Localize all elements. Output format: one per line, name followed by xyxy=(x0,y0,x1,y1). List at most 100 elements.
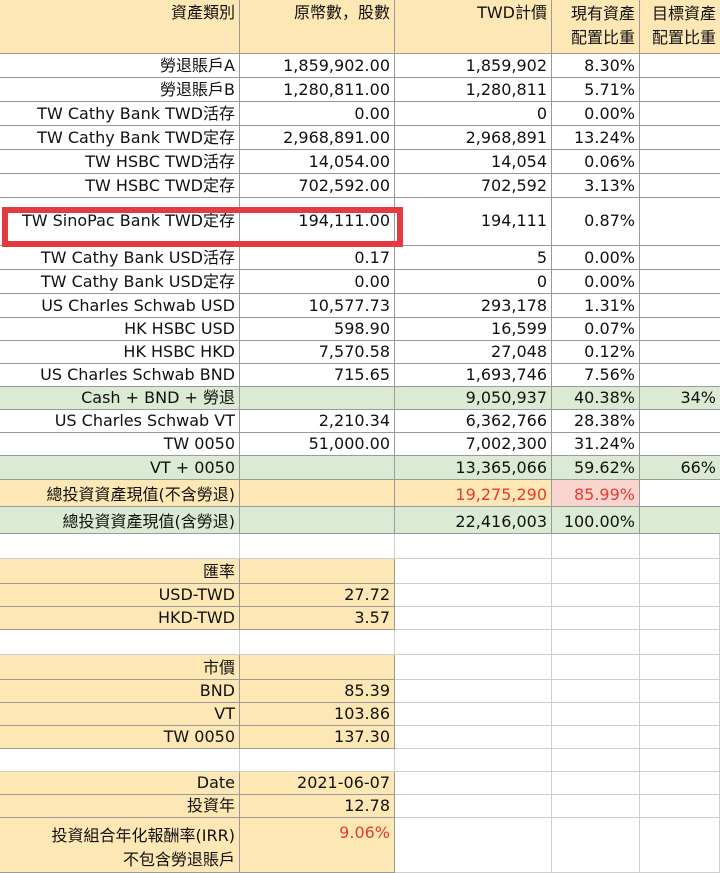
target-cell[interactable] xyxy=(640,102,720,126)
empty-cell[interactable] xyxy=(552,559,640,584)
empty-cell[interactable] xyxy=(0,749,240,772)
empty-cell[interactable] xyxy=(640,630,720,655)
target-cell[interactable] xyxy=(640,198,720,246)
total-pct[interactable]: 100.00% xyxy=(552,507,640,534)
asset-name-cell[interactable]: 勞退賬戶A xyxy=(0,54,240,78)
price-title-value[interactable] xyxy=(240,655,395,680)
target-cell[interactable] xyxy=(640,246,720,270)
target-cell[interactable] xyxy=(640,54,720,78)
empty-cell[interactable] xyxy=(240,534,395,559)
twd-value-cell[interactable]: 16,599 xyxy=(395,318,552,341)
twd-value-cell[interactable]: 702,592 xyxy=(395,174,552,198)
target-cell[interactable] xyxy=(640,174,720,198)
asset-name-cell[interactable]: TW HSBC TWD活存 xyxy=(0,150,240,174)
subtotal-label[interactable]: Cash + BND + 勞退 xyxy=(0,387,240,410)
orig-amount-cell[interactable]: 1,859,902.00 xyxy=(240,54,395,78)
allocation-cell[interactable]: 0.87% xyxy=(552,198,640,246)
header-target-allocation[interactable]: 目標資產 配置比重 xyxy=(640,0,720,54)
empty-cell[interactable] xyxy=(640,655,720,680)
empty-cell[interactable] xyxy=(395,703,552,726)
price-label[interactable]: TW 0050 xyxy=(0,726,240,749)
target-cell[interactable] xyxy=(640,364,720,387)
empty-cell[interactable] xyxy=(552,795,640,818)
empty-cell[interactable] xyxy=(552,584,640,607)
header-asset-class[interactable]: 資產類別 xyxy=(0,0,240,54)
allocation-cell[interactable]: 0.00% xyxy=(552,270,640,294)
twd-value-cell[interactable]: 0 xyxy=(395,270,552,294)
empty-cell[interactable] xyxy=(395,795,552,818)
empty-cell[interactable] xyxy=(395,607,552,630)
allocation-cell[interactable]: 28.38% xyxy=(552,410,640,433)
empty-cell[interactable] xyxy=(0,630,240,655)
twd-value-cell[interactable]: 27,048 xyxy=(395,341,552,364)
allocation-cell[interactable]: 31.24% xyxy=(552,433,640,456)
target-cell[interactable] xyxy=(640,126,720,150)
price-label[interactable]: VT xyxy=(0,703,240,726)
target-cell[interactable] xyxy=(640,433,720,456)
empty-cell[interactable] xyxy=(552,680,640,703)
allocation-cell[interactable]: 8.30% xyxy=(552,54,640,78)
empty-cell[interactable] xyxy=(640,607,720,630)
empty-cell[interactable] xyxy=(395,818,552,873)
price-title[interactable]: 市價 xyxy=(0,655,240,680)
subtotal-target[interactable]: 66% xyxy=(640,456,720,480)
empty-cell[interactable] xyxy=(640,749,720,772)
empty-cell[interactable] xyxy=(640,680,720,703)
orig-amount-cell[interactable]: 715.65 xyxy=(240,364,395,387)
empty-cell[interactable] xyxy=(240,749,395,772)
empty-cell[interactable] xyxy=(395,749,552,772)
empty-cell[interactable] xyxy=(552,818,640,873)
asset-name-cell[interactable]: HK HSBC USD xyxy=(0,318,240,341)
empty-cell[interactable] xyxy=(640,726,720,749)
target-cell[interactable] xyxy=(640,270,720,294)
asset-name-cell[interactable]: TW HSBC TWD定存 xyxy=(0,174,240,198)
empty-cell[interactable] xyxy=(640,818,720,873)
allocation-cell[interactable]: 7.56% xyxy=(552,364,640,387)
asset-name-cell[interactable]: 勞退賬戶B xyxy=(0,78,240,102)
total-pct[interactable]: 85.99% xyxy=(552,480,640,507)
target-cell[interactable] xyxy=(640,410,720,433)
allocation-cell[interactable]: 0.00% xyxy=(552,246,640,270)
empty-cell[interactable] xyxy=(240,630,395,655)
empty-cell[interactable] xyxy=(395,772,552,795)
target-cell[interactable] xyxy=(640,150,720,174)
empty-cell[interactable] xyxy=(640,772,720,795)
asset-name-cell[interactable]: US Charles Schwab VT xyxy=(0,410,240,433)
empty-cell[interactable] xyxy=(552,772,640,795)
orig-amount-cell[interactable]: 7,570.58 xyxy=(240,341,395,364)
target-cell[interactable] xyxy=(640,294,720,318)
asset-name-cell[interactable]: TW Cathy Bank TWD定存 xyxy=(0,126,240,150)
twd-value-cell[interactable]: 1,693,746 xyxy=(395,364,552,387)
total-label[interactable]: 總投資資產現值(含勞退) xyxy=(0,507,240,534)
orig-amount-cell[interactable]: 0.00 xyxy=(240,270,395,294)
twd-value-cell[interactable]: 194,111 xyxy=(395,198,552,246)
asset-name-cell[interactable]: TW Cathy Bank USD定存 xyxy=(0,270,240,294)
allocation-cell[interactable]: 13.24% xyxy=(552,126,640,150)
empty-cell[interactable] xyxy=(552,534,640,559)
target-cell[interactable] xyxy=(640,341,720,364)
fx-title[interactable]: 匯率 xyxy=(0,559,240,584)
target-cell[interactable] xyxy=(640,318,720,341)
empty-cell[interactable] xyxy=(395,630,552,655)
total-label[interactable]: 總投資資產現值(不含勞退) xyxy=(0,480,240,507)
price-label[interactable]: BND xyxy=(0,680,240,703)
twd-value-cell[interactable]: 6,362,766 xyxy=(395,410,552,433)
allocation-cell[interactable]: 3.13% xyxy=(552,174,640,198)
subtotal-pct[interactable]: 59.62% xyxy=(552,456,640,480)
empty-cell[interactable] xyxy=(395,559,552,584)
date-value[interactable]: 2021-06-07 xyxy=(240,772,395,795)
asset-name-cell[interactable]: TW 0050 xyxy=(0,433,240,456)
target-cell[interactable] xyxy=(640,78,720,102)
orig-amount-cell[interactable]: 702,592.00 xyxy=(240,174,395,198)
asset-name-cell[interactable]: TW Cathy Bank TWD活存 xyxy=(0,102,240,126)
price-value[interactable]: 85.39 xyxy=(240,680,395,703)
empty-cell[interactable] xyxy=(395,584,552,607)
empty-cell[interactable] xyxy=(640,795,720,818)
subtotal-twd[interactable]: 13,365,066 xyxy=(395,456,552,480)
subtotal-label[interactable]: VT + 0050 xyxy=(0,456,240,480)
orig-amount-cell[interactable]: 51,000.00 xyxy=(240,433,395,456)
header-twd-value[interactable]: TWD計價 xyxy=(395,0,552,54)
empty-cell[interactable] xyxy=(640,584,720,607)
header-current-allocation[interactable]: 現有資產 配置比重 xyxy=(552,0,640,54)
empty-cell[interactable] xyxy=(395,534,552,559)
